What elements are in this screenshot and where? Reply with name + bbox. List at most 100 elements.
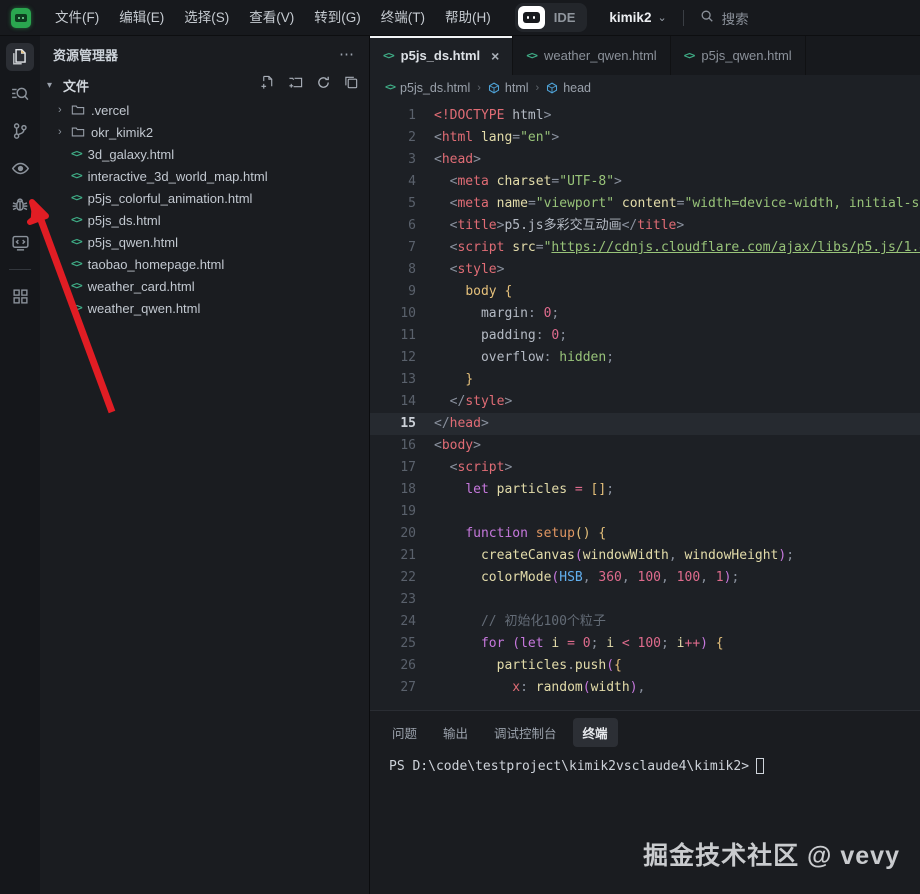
file-row-p5js_ds.html[interactable]: <>p5js_ds.html (40, 209, 369, 231)
file-row-weather_card.html[interactable]: <>weather_card.html (40, 275, 369, 297)
new-file-icon[interactable] (260, 75, 275, 95)
code-line-15[interactable]: 15</head> (370, 413, 920, 435)
line-content (416, 589, 434, 611)
file-row-weather_qwen.html[interactable]: <>weather_qwen.html (40, 297, 369, 319)
file-row-p5js_colorful_animation.html[interactable]: <>p5js_colorful_animation.html (40, 187, 369, 209)
line-number: 8 (370, 259, 416, 281)
code-line-12[interactable]: 12 overflow: hidden; (370, 347, 920, 369)
debug-bug-icon[interactable] (6, 191, 34, 219)
tab-p5js_qwen.html[interactable]: <>p5js_qwen.html (671, 36, 806, 75)
close-icon[interactable]: × (491, 48, 499, 64)
search-placeholder: 搜索 (722, 8, 749, 28)
code-line-16[interactable]: 16<body> (370, 435, 920, 457)
html-file-icon: <> (71, 302, 82, 314)
code-line-23[interactable]: 23 (370, 589, 920, 611)
line-content: <html lang="en"> (416, 127, 559, 149)
breadcrumb-item-p5js_ds.html[interactable]: <>p5js_ds.html (385, 81, 470, 95)
file-row-.vercel[interactable]: ›.vercel (40, 99, 369, 121)
code-line-10[interactable]: 10 margin: 0; (370, 303, 920, 325)
code-line-20[interactable]: 20 function setup() { (370, 523, 920, 545)
breadcrumb-separator: › (536, 82, 540, 94)
code-area[interactable]: 1<!DOCTYPE html>2<html lang="en">3<head>… (370, 100, 920, 710)
terminal[interactable]: PS D:\code\testproject\kimik2vsclaude4\k… (370, 750, 920, 774)
line-content: particles.push({ (416, 655, 622, 677)
menu-item[interactable]: 编辑(E) (109, 0, 174, 36)
code-line-3[interactable]: 3<head> (370, 149, 920, 171)
search-files-icon[interactable] (6, 80, 34, 108)
new-folder-icon[interactable] (288, 75, 303, 95)
breadcrumb[interactable]: <>p5js_ds.html›html›head (370, 75, 920, 100)
code-line-4[interactable]: 4 <meta charset="UTF-8"> (370, 171, 920, 193)
code-line-18[interactable]: 18 let particles = []; (370, 479, 920, 501)
code-line-25[interactable]: 25 for (let i = 0; i < 100; i++) { (370, 633, 920, 655)
file-row-okr_kimik2[interactable]: ›okr_kimik2 (40, 121, 369, 143)
collapse-all-icon[interactable] (344, 75, 359, 95)
line-number: 5 (370, 193, 416, 215)
code-line-5[interactable]: 5 <meta name="viewport" content="width=d… (370, 193, 920, 215)
line-number: 24 (370, 611, 416, 633)
code-line-21[interactable]: 21 createCanvas(windowWidth, windowHeigh… (370, 545, 920, 567)
line-number: 25 (370, 633, 416, 655)
menu-item[interactable]: 终端(T) (371, 0, 435, 36)
ide-mode-toggle[interactable]: IDE (515, 3, 588, 32)
menu-item[interactable]: 帮助(H) (435, 0, 501, 36)
apps-grid-icon[interactable] (6, 282, 34, 310)
files-section-header[interactable]: ▾ 文件 (40, 72, 369, 98)
preview-eye-icon[interactable] (6, 154, 34, 182)
app-logo-icon[interactable] (11, 8, 31, 28)
code-line-19[interactable]: 19 (370, 501, 920, 523)
file-row-p5js_qwen.html[interactable]: <>p5js_qwen.html (40, 231, 369, 253)
global-search[interactable]: 搜索 (700, 8, 749, 28)
breadcrumb-item-head[interactable]: head (546, 81, 591, 95)
terminal-cursor (756, 758, 764, 774)
panel-tab-调试控制台[interactable]: 调试控制台 (484, 718, 567, 747)
line-number: 26 (370, 655, 416, 677)
code-line-17[interactable]: 17 <script> (370, 457, 920, 479)
code-line-14[interactable]: 14 </style> (370, 391, 920, 413)
line-number: 22 (370, 567, 416, 589)
file-row-interactive_3d_world_map.html[interactable]: <>interactive_3d_world_map.html (40, 165, 369, 187)
code-line-11[interactable]: 11 padding: 0; (370, 325, 920, 347)
html-file-icon: <> (71, 192, 82, 204)
code-line-22[interactable]: 22 colorMode(HSB, 360, 100, 100, 1); (370, 567, 920, 589)
menu-item[interactable]: 查看(V) (239, 0, 304, 36)
breadcrumb-item-html[interactable]: html (488, 81, 529, 95)
code-line-9[interactable]: 9 body { (370, 281, 920, 303)
code-line-2[interactable]: 2<html lang="en"> (370, 127, 920, 149)
code-line-24[interactable]: 24 // 初始化100个粒子 (370, 611, 920, 633)
source-control-icon[interactable] (6, 117, 34, 145)
line-content: <head> (416, 149, 481, 171)
line-content: </head> (416, 413, 489, 435)
more-actions-icon[interactable]: ⋯ (339, 45, 355, 63)
console-code-icon[interactable] (6, 228, 34, 256)
robot-app-icon (518, 6, 545, 29)
code-line-8[interactable]: 8 <style> (370, 259, 920, 281)
code-line-1[interactable]: 1<!DOCTYPE html> (370, 105, 920, 127)
html-file-icon: <> (684, 50, 695, 62)
code-line-6[interactable]: 6 <title>p5.js多彩交互动画</title> (370, 215, 920, 237)
refresh-icon[interactable] (316, 75, 331, 95)
tab-weather_qwen.html[interactable]: <>weather_qwen.html (513, 36, 670, 75)
file-row-taobao_homepage.html[interactable]: <>taobao_homepage.html (40, 253, 369, 275)
menu-item[interactable]: 选择(S) (174, 0, 239, 36)
watermark: 掘金技术社区 @ vevy (643, 836, 900, 872)
code-line-27[interactable]: 27 x: random(width), (370, 677, 920, 699)
code-line-7[interactable]: 7 <script src="https://cdnjs.cloudflare.… (370, 237, 920, 259)
panel-tab-问题[interactable]: 问题 (382, 718, 427, 747)
project-name: kimik2 (609, 10, 651, 25)
panel-tab-输出[interactable]: 输出 (433, 718, 478, 747)
code-line-13[interactable]: 13 } (370, 369, 920, 391)
menu-item[interactable]: 转到(G) (304, 0, 371, 36)
menu-item[interactable]: 文件(F) (45, 0, 109, 36)
file-name: p5js_ds.html (88, 213, 161, 228)
tab-p5js_ds.html[interactable]: <>p5js_ds.html× (370, 36, 513, 75)
panel-tab-终端[interactable]: 终端 (573, 718, 618, 747)
code-line-26[interactable]: 26 particles.push({ (370, 655, 920, 677)
line-content: <meta name="viewport" content="width=dev… (416, 193, 920, 215)
project-selector[interactable]: kimik2 ⌄ (609, 10, 666, 25)
line-number: 1 (370, 105, 416, 127)
terminal-prompt: PS D:\code\testproject\kimik2vsclaude4\k… (389, 759, 749, 774)
explorer-icon[interactable] (6, 43, 34, 71)
tab-label: p5js_ds.html (401, 48, 480, 63)
file-row-3d_galaxy.html[interactable]: <>3d_galaxy.html (40, 143, 369, 165)
